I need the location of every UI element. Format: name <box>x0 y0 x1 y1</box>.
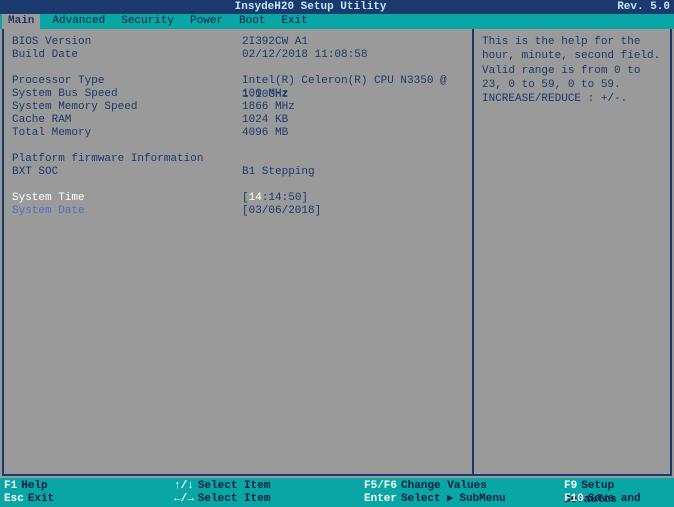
value-system-time[interactable]: [14:14:50] <box>242 191 464 204</box>
value-cache-ram: 1024 KB <box>242 113 464 126</box>
value-build-date: 02/12/2018 11:08:58 <box>242 48 464 61</box>
key-updown: ↑/↓ <box>174 480 194 492</box>
label-platform-fw: Platform firmware Information <box>12 152 203 165</box>
footer-help-bar: F1 Help ↑/↓ Select Item F5/F6 Change Values… <box>0 478 674 507</box>
key-f1: F1 <box>4 480 17 492</box>
bios-screen: InsydeH20 Setup Utility Rev. 5.0 Main Ad… <box>0 0 674 507</box>
key-f9: F9 <box>564 480 577 492</box>
key-esc: Esc <box>4 493 24 505</box>
tab-security[interactable]: Security <box>117 14 178 28</box>
value-bxt-soc: B1 Stepping <box>242 165 464 178</box>
label-system-time: System Time <box>12 191 242 204</box>
main-pane: BIOS Version 2I392CW A1 Build Date 02/12… <box>4 29 474 474</box>
row-mem-speed: System Memory Speed 1866 MHz <box>12 100 464 113</box>
work-area: BIOS Version 2I392CW A1 Build Date 02/12… <box>2 29 672 476</box>
value-system-date[interactable]: [03/06/2018] <box>242 204 464 217</box>
help-pane: This is the help for the hour, minute, s… <box>474 29 670 474</box>
key-leftright-label: Select Item <box>198 493 271 505</box>
label-system-date: System Date <box>12 204 242 217</box>
revision: Rev. 5.0 <box>617 0 670 14</box>
key-esc-label: Exit <box>28 493 54 505</box>
key-f5f6: F5/F6 <box>364 480 397 492</box>
row-bxt-soc: BXT SOC B1 Stepping <box>12 165 464 178</box>
row-total-memory: Total Memory 4096 MB <box>12 126 464 139</box>
row-build-date: Build Date 02/12/2018 11:08:58 <box>12 48 464 61</box>
key-f5f6-label: Change Values <box>401 480 487 492</box>
row-platform-fw: Platform firmware Information <box>12 152 464 165</box>
tab-power[interactable]: Power <box>186 14 227 28</box>
label-bus-speed: System Bus Speed <box>12 87 242 100</box>
value-total-memory: 4096 MB <box>242 126 464 139</box>
label-mem-speed: System Memory Speed <box>12 100 242 113</box>
row-system-time[interactable]: System Time [14:14:50] <box>12 191 464 204</box>
utility-title: InsydeH20 Setup Utility <box>4 0 617 14</box>
label-total-memory: Total Memory <box>12 126 242 139</box>
tab-boot[interactable]: Boot <box>235 14 269 28</box>
value-bus-speed: 100 MHz <box>242 87 464 100</box>
time-rest[interactable]: :14:50] <box>262 192 308 204</box>
row-system-date[interactable]: System Date [03/06/2018] <box>12 204 464 217</box>
key-enter-label: Select ▸ SubMenu <box>401 493 506 505</box>
time-open-bracket: [ <box>242 192 249 204</box>
label-bios-version: BIOS Version <box>12 35 242 48</box>
label-processor: Processor Type <box>12 74 242 87</box>
title-bar: InsydeH20 Setup Utility Rev. 5.0 <box>0 0 674 14</box>
row-bus-speed: System Bus Speed 100 MHz <box>12 87 464 100</box>
key-f10: F10 <box>564 493 584 505</box>
key-updown-label: Select Item <box>198 480 271 492</box>
label-build-date: Build Date <box>12 48 242 61</box>
key-f1-label: Help <box>21 480 47 492</box>
tab-exit[interactable]: Exit <box>277 14 311 28</box>
value-mem-speed: 1866 MHz <box>242 100 464 113</box>
time-hour-field[interactable]: 14 <box>249 192 262 204</box>
row-bios-version: BIOS Version 2I392CW A1 <box>12 35 464 48</box>
value-processor: Intel(R) Celeron(R) CPU N3350 @ 1.10GHz <box>242 74 464 87</box>
row-processor: Processor Type Intel(R) Celeron(R) CPU N… <box>12 74 464 87</box>
label-bxt-soc: BXT SOC <box>12 165 242 178</box>
row-cache-ram: Cache RAM 1024 KB <box>12 113 464 126</box>
help-text: This is the help for the hour, minute, s… <box>482 35 662 106</box>
key-leftright: ←/→ <box>174 493 194 505</box>
menu-bar: Main Advanced Security Power Boot Exit <box>0 14 674 29</box>
value-bios-version: 2I392CW A1 <box>242 35 464 48</box>
key-enter: Enter <box>364 493 397 505</box>
tab-main[interactable]: Main <box>2 14 40 28</box>
tab-advanced[interactable]: Advanced <box>48 14 109 28</box>
label-cache-ram: Cache RAM <box>12 113 242 126</box>
